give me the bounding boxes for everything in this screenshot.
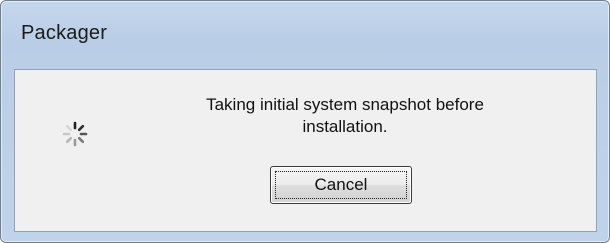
status-message-line-1: Taking initial system snapshot before bbox=[206, 95, 484, 114]
packager-dialog-window: Packager Taking initial system snapshot … bbox=[0, 0, 610, 243]
status-message: Taking initial system snapshot before in… bbox=[125, 94, 565, 138]
window-title: Packager bbox=[21, 22, 108, 44]
cancel-button[interactable]: Cancel bbox=[270, 166, 412, 204]
busy-spinner-icon bbox=[62, 121, 88, 147]
cancel-button-label: Cancel bbox=[314, 175, 368, 194]
title-bar[interactable]: Packager bbox=[1, 1, 609, 59]
status-message-line-2: installation. bbox=[302, 117, 388, 136]
dialog-content-area: Taking initial system snapshot before in… bbox=[14, 69, 597, 232]
